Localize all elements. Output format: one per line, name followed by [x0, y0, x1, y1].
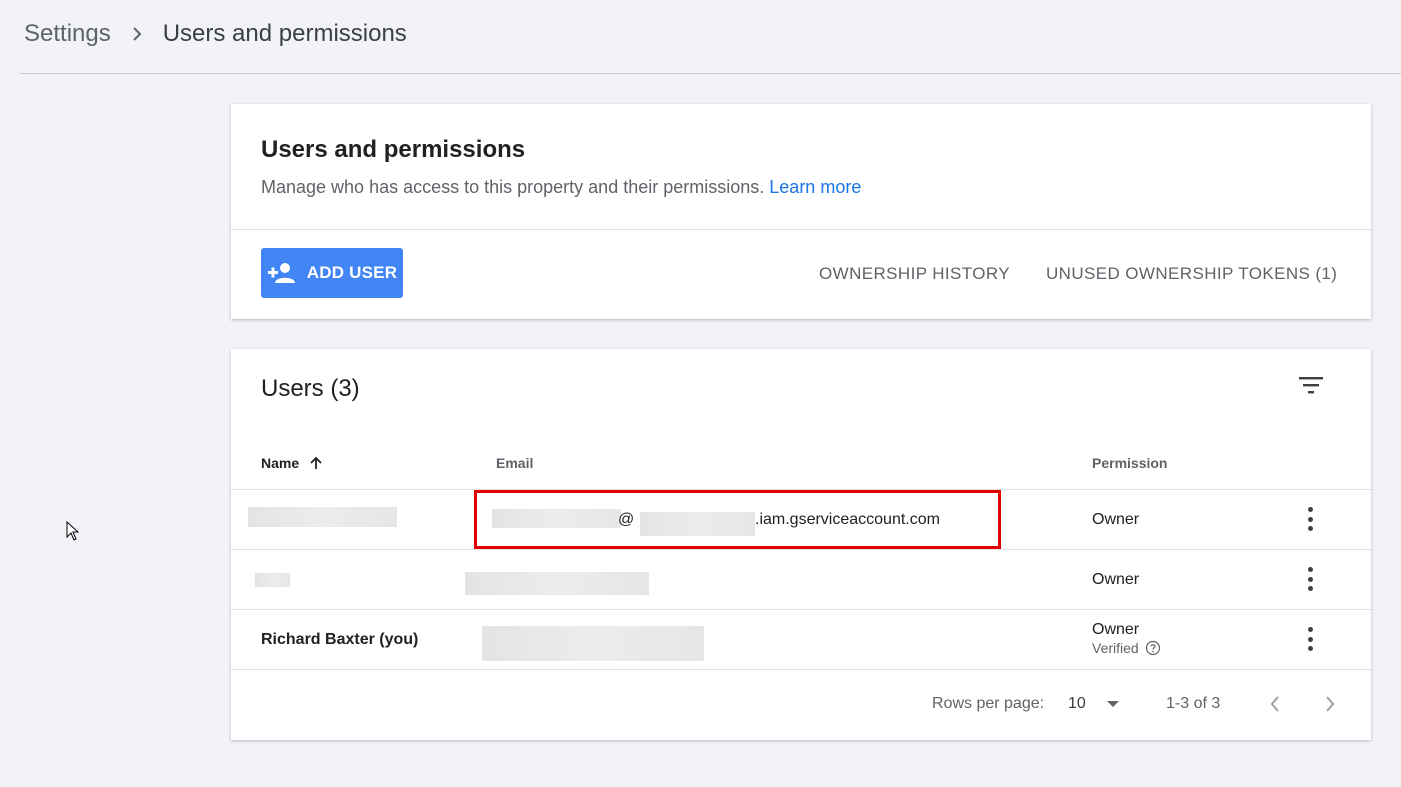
more-vert-icon[interactable]	[1306, 627, 1314, 651]
page-description: Manage who has access to this property a…	[261, 177, 861, 198]
chevron-right-icon[interactable]	[1324, 695, 1336, 713]
row-divider	[231, 669, 1371, 670]
redacted-email	[465, 572, 649, 595]
dropdown-arrow-icon	[1106, 701, 1119, 707]
add-user-button[interactable]: ADD USER	[261, 248, 403, 298]
permission-value: Owner	[1092, 571, 1140, 588]
redacted-email	[482, 626, 704, 661]
learn-more-link[interactable]: Learn more	[769, 177, 861, 197]
description-text: Manage who has access to this property a…	[261, 177, 765, 197]
ownership-history-button[interactable]: OWNERSHIP HISTORY	[819, 264, 1010, 284]
breadcrumb-current: Users and permissions	[162, 20, 407, 47]
pagination-range: 1-3 of 3	[1166, 695, 1221, 712]
rows-per-page-value: 10	[1068, 695, 1086, 712]
redacted-name	[255, 573, 290, 587]
cursor-icon	[66, 521, 80, 541]
users-count-title: Users (3)	[261, 375, 360, 402]
column-name-label: Name	[261, 455, 300, 471]
unused-ownership-tokens-button[interactable]: UNUSED OWNERSHIP TOKENS (1)	[1046, 264, 1337, 284]
permission-value: Owner	[1092, 511, 1140, 528]
verified-label: Verified	[1092, 640, 1139, 656]
card-divider	[231, 229, 1371, 230]
highlight-box	[474, 490, 1001, 549]
add-user-label: ADD USER	[306, 263, 398, 282]
breadcrumb: Settings Users and permissions	[24, 20, 407, 48]
person-add-icon	[267, 263, 295, 283]
more-vert-icon[interactable]	[1306, 567, 1314, 591]
chevron-left-icon[interactable]	[1269, 695, 1281, 713]
breadcrumb-settings[interactable]: Settings	[24, 20, 111, 48]
filter-icon[interactable]	[1299, 376, 1323, 394]
users-permissions-card: Users and permissions Manage who has acc…	[231, 104, 1371, 319]
rows-per-page-label: Rows per page:	[932, 695, 1045, 712]
arrow-up-icon	[310, 456, 322, 469]
more-vert-icon[interactable]	[1306, 507, 1314, 531]
column-header-email[interactable]: Email	[496, 455, 533, 471]
column-header-name[interactable]: Name	[261, 455, 323, 471]
user-name: Richard Baxter (you)	[261, 631, 419, 648]
header-divider	[20, 73, 1401, 74]
row-divider	[231, 549, 1371, 550]
chevron-right-icon	[131, 25, 143, 43]
verified-status: Verified	[1092, 640, 1161, 656]
column-header-permission[interactable]: Permission	[1092, 455, 1167, 471]
redacted-name	[248, 507, 397, 527]
help-circle-icon[interactable]	[1145, 640, 1161, 656]
permission-value: Owner	[1092, 621, 1140, 638]
row-divider	[231, 609, 1371, 610]
page-title: Users and permissions	[261, 136, 526, 163]
rows-per-page-select[interactable]: 10	[1068, 695, 1120, 713]
